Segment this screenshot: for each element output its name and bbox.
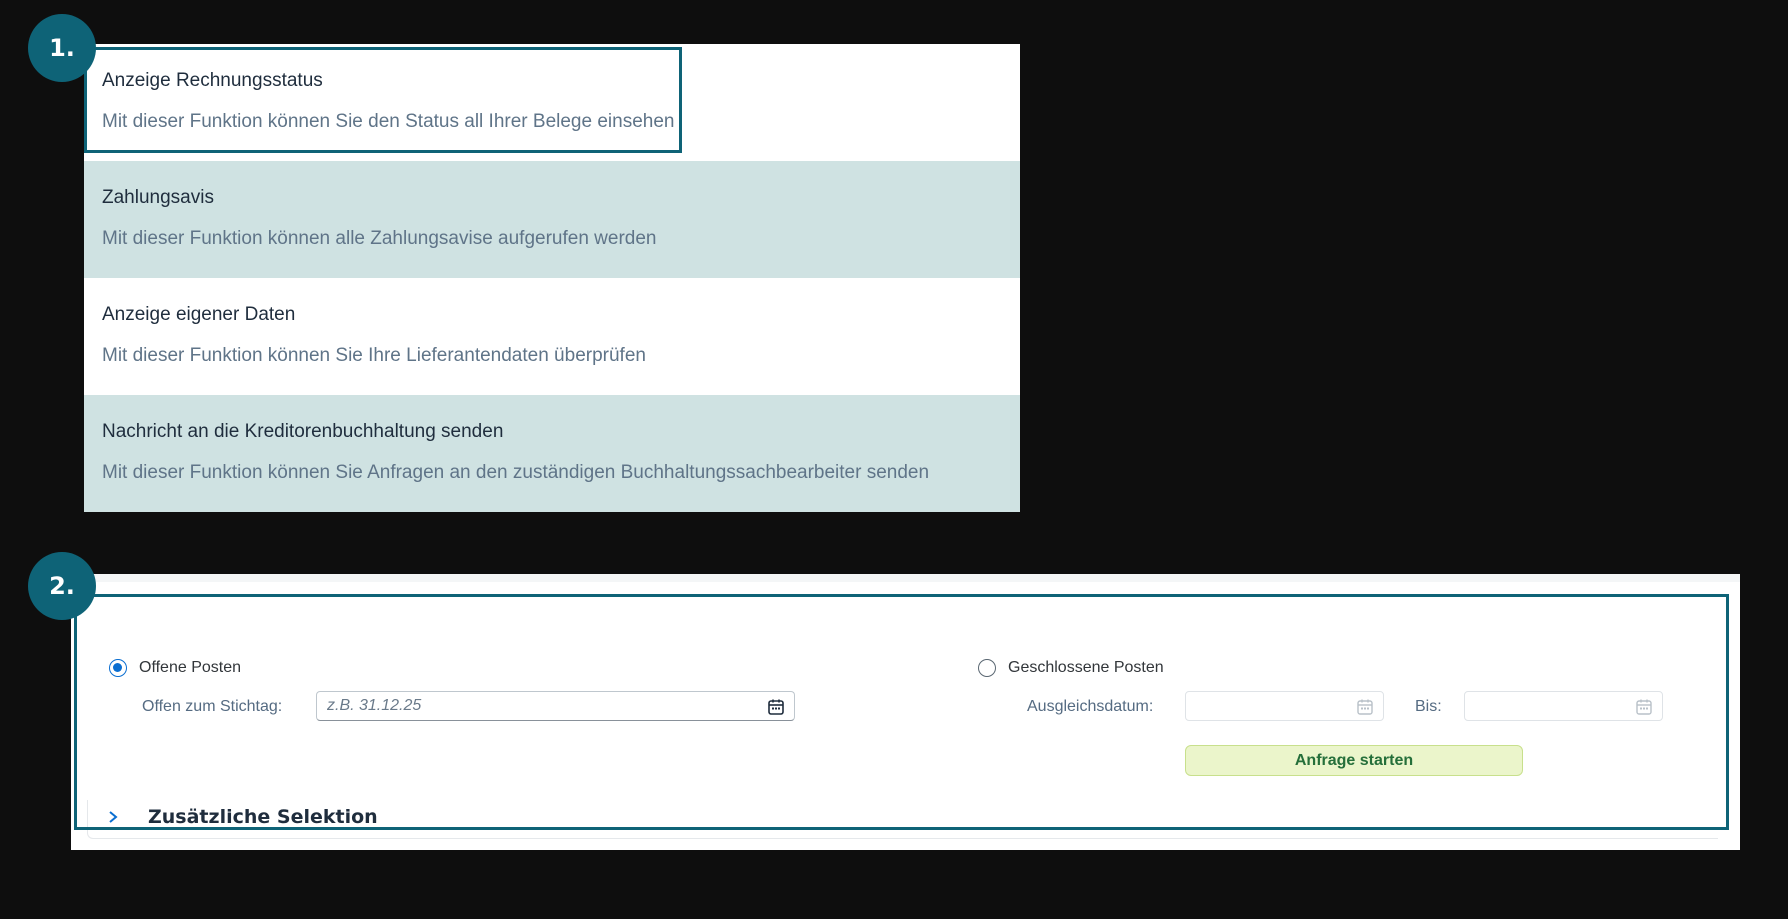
open-items-label[interactable]: Offene Posten xyxy=(139,659,241,677)
panel-top-strip xyxy=(71,574,1740,582)
step-badge-2: 2. xyxy=(28,552,96,620)
clearing-date-input-wrapper xyxy=(1185,691,1384,721)
calendar-icon[interactable] xyxy=(1635,698,1653,716)
tile-title: Zahlungsavis xyxy=(102,187,214,208)
step-badge-1: 1. xyxy=(28,14,96,82)
open-items-radio[interactable] xyxy=(109,659,127,677)
calendar-icon[interactable] xyxy=(1356,698,1374,716)
to-date-input[interactable] xyxy=(1475,697,1622,715)
chevron-right-icon[interactable] xyxy=(106,809,120,825)
key-date-label: Offen zum Stichtag: xyxy=(142,698,283,715)
start-request-button[interactable]: Anfrage starten xyxy=(1185,745,1523,776)
clearing-date-label: Ausgleichsdatum: xyxy=(1027,698,1154,715)
tile-send-message[interactable]: Nachricht an die Kreditorenbuchhaltung s… xyxy=(84,395,1020,512)
to-date-label: Bis: xyxy=(1415,698,1442,715)
calendar-icon[interactable] xyxy=(767,698,785,716)
tile-description: Mit dieser Funktion können Sie den Statu… xyxy=(102,111,675,132)
tile-description: Mit dieser Funktion können Sie Anfragen … xyxy=(102,462,930,483)
tile-own-data[interactable]: Anzeige eigener Daten Mit dieser Funktio… xyxy=(84,278,1020,395)
tile-description: Mit dieser Funktion können alle Zahlungs… xyxy=(102,228,657,249)
closed-items-label[interactable]: Geschlossene Posten xyxy=(1008,659,1164,677)
additional-selection-label: Zusätzliche Selektion xyxy=(148,806,378,828)
tile-title: Nachricht an die Kreditorenbuchhaltung s… xyxy=(102,421,504,442)
additional-selection-expander[interactable]: Zusätzliche Selektion xyxy=(87,800,1718,839)
tile-invoice-status[interactable]: Anzeige Rechnungsstatus Mit dieser Funkt… xyxy=(84,44,1020,161)
clearing-date-input[interactable] xyxy=(1196,697,1343,715)
key-date-input-wrapper xyxy=(316,691,795,721)
tile-payment-advice[interactable]: Zahlungsavis Mit dieser Funktion können … xyxy=(84,161,1020,278)
function-tile-list: Anzeige Rechnungsstatus Mit dieser Funkt… xyxy=(84,44,1020,512)
to-date-input-wrapper xyxy=(1464,691,1663,721)
tile-description: Mit dieser Funktion können Sie Ihre Lief… xyxy=(102,345,646,366)
key-date-input[interactable] xyxy=(327,697,754,715)
tile-title: Anzeige eigener Daten xyxy=(102,304,296,325)
closed-items-radio[interactable] xyxy=(978,659,996,677)
tile-title: Anzeige Rechnungsstatus xyxy=(102,70,323,91)
